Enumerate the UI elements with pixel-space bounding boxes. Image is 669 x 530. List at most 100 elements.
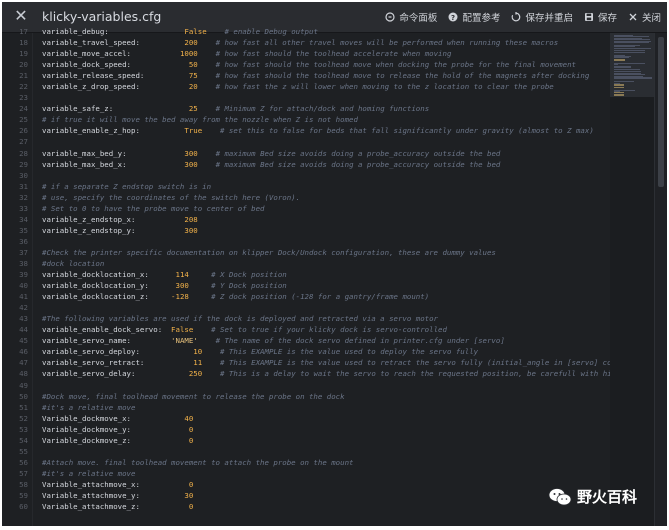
code-line[interactable]: 50 #Dock move, final toolhead movement to… [2,391,610,402]
code-line[interactable]: 53 Variable_dockmove_y: 0 [2,424,610,435]
code-token: # This is a delay to wait the servo to r… [220,369,610,379]
code-line[interactable]: 21 variable_release_speed: 75 # how fast … [2,70,610,81]
code-line[interactable]: 54 Variable_dockmove_z: 0 [2,435,610,446]
command-panel-button[interactable]: 命令面板 [385,10,437,24]
line-number: 57 [19,468,28,478]
code-line[interactable]: 34 variable_z_endstop_x: 208 [2,214,610,225]
line-number: 24 [19,104,28,114]
line-text: variable_enable_z_hop: True # set this t… [42,125,594,136]
code-token: Variable_dockmove_y: [42,424,131,434]
code-line[interactable]: 55 [2,446,610,457]
minimap-line [614,86,624,88]
code-line[interactable]: 58 Variable_attachmove_x: 0 [2,479,610,490]
code-line[interactable]: 44 variable_enable_dock_servo: False # Se… [2,324,610,335]
code-token: variable_docklocation_x: [42,270,149,280]
code-line[interactable]: 17 variable_debug: False # enable Debug o… [2,26,610,37]
code-line[interactable]: 57 #it's a relative move [2,468,610,479]
code-editor[interactable]: 17 variable_debug: False # enable Debug o… [2,26,610,526]
code-line[interactable]: 56 #Attach move. final toolhead movement … [2,457,610,468]
line-number: 60 [19,502,28,512]
code-line[interactable]: 25 # if true it will move the bed away fr… [2,114,610,125]
watermark: 野火百科 [548,486,637,507]
code-line[interactable]: 20 variable_dock_speed: 50 # how fast sho… [2,59,610,70]
save-restart-button[interactable]: 保存并重启 [511,10,573,24]
code-line[interactable]: 28 variable_max_bed_y: 300 # maximum Bed … [2,148,610,159]
question-circle-icon: ? [448,12,458,22]
line-text: variable_release_speed: 75 # how fast sh… [42,70,589,81]
save-button[interactable]: 保存 [584,10,617,24]
code-line[interactable]: 36 [2,236,610,247]
code-line[interactable]: 60 Variable_attachmove_z: 0 [2,501,610,512]
code-line[interactable]: 52 Variable_dockmove_x: 40 [2,413,610,424]
code-line[interactable]: 39 variable_docklocation_x: 114 # X Dock … [2,269,610,280]
code-line[interactable]: 43 #The following variables are used if t… [2,313,610,324]
code-line[interactable]: 26 variable_enable_z_hop: True # set this… [2,125,610,136]
code-token: # This EXAMPLE is the value used to depl… [220,347,479,357]
code-line[interactable]: 33 # Set to 0 to have the probe move to c… [2,203,610,214]
close-editor-icon[interactable]: ✕ [12,7,30,25]
line-text: variable_max_bed_x: 300 # maximum Bed si… [42,159,500,170]
code-token: # Set to true if your klicky dock is ser… [211,325,447,335]
close-button[interactable]: 关闭 [628,10,661,24]
code-line[interactable]: 32 # use, specify the coordinates of the … [2,192,610,203]
code-line[interactable]: 41 variable_docklocation_z: -128 # Z dock… [2,291,610,302]
code-line[interactable]: 49 [2,380,610,391]
code-line[interactable]: 22 variable_z_drop_speed: 20 # how fast t… [2,81,610,92]
code-token: 50 [188,60,198,70]
code-line[interactable]: 24 variable_safe_z: 25 # Minimum Z for at… [2,103,610,114]
code-token: variable_docklocation_y: [42,281,149,291]
minimap[interactable] [610,33,654,526]
line-number: 49 [19,380,28,390]
code-line[interactable]: 45 variable_servo_name: 'NAME' # The name… [2,335,610,346]
editor-window: ✕ klicky-variables.cfg 命令面板 ? 配置参考 保存并重启… [2,2,667,526]
config-reference-button[interactable]: ? 配置参考 [448,10,500,24]
line-text: Variable_dockmove_x: 40 [42,413,193,424]
code-token: 30 [184,490,194,500]
code-line[interactable]: 42 [2,302,610,313]
code-token: variable_servo_deploy: [42,347,140,357]
code-line[interactable]: 37 #Check the printer specific documentat… [2,247,610,258]
command-panel-label: 命令面板 [399,13,438,24]
code-token: # maximum Bed size avoids doing a probe_… [215,159,501,169]
code-line[interactable]: 47 variable_servo_retract: 11 # This EXAM… [2,357,610,368]
code-token: 300 [184,225,198,235]
line-text: variable_max_bed_y: 300 # maximum Bed si… [42,148,500,159]
scrollbar-thumb[interactable] [658,37,664,187]
line-text: Variable_dockmove_z: 0 [42,435,193,446]
code-line[interactable]: 27 [2,136,610,147]
line-number: 36 [19,236,28,246]
code-token: # Set to 0 to have the probe move to cen… [42,203,265,213]
line-number: 17 [19,27,28,36]
code-line[interactable]: 35 variable_z_endstop_y: 300 [2,225,610,236]
line-text: #it's a relative move [42,402,135,413]
code-line[interactable]: 40 variable_docklocation_y: 300 # Y Dock … [2,280,610,291]
code-line[interactable]: 38 #dock location [2,258,610,269]
code-line[interactable]: 46 variable_servo_deploy: 10 # This EXAMP… [2,346,610,357]
vertical-scrollbar[interactable] [654,33,667,526]
code-line[interactable]: 59 Variable_attachmove_y: 30 [2,490,610,501]
code-line[interactable]: 19 variable_move_accel: 1000 # how fast s… [2,48,610,59]
code-line[interactable]: 18 variable_travel_speed: 200 # how fast … [2,37,610,48]
code-line[interactable]: 31 # if a separate Z endstop switch is in [2,181,610,192]
code-token: #it's a relative move [42,402,136,412]
code-line[interactable]: 29 variable_max_bed_x: 300 # maximum Bed … [2,159,610,170]
code-line[interactable]: 51 #it's a relative move [2,402,610,413]
code-token: # Minimum Z for attach/dock and homing f… [215,104,430,114]
code-line[interactable]: 30 [2,170,610,181]
line-number: 29 [19,159,28,169]
code-line[interactable]: 48 variable_servo_delay: 250 # This is a … [2,368,610,379]
code-line[interactable]: 23 [2,92,610,103]
